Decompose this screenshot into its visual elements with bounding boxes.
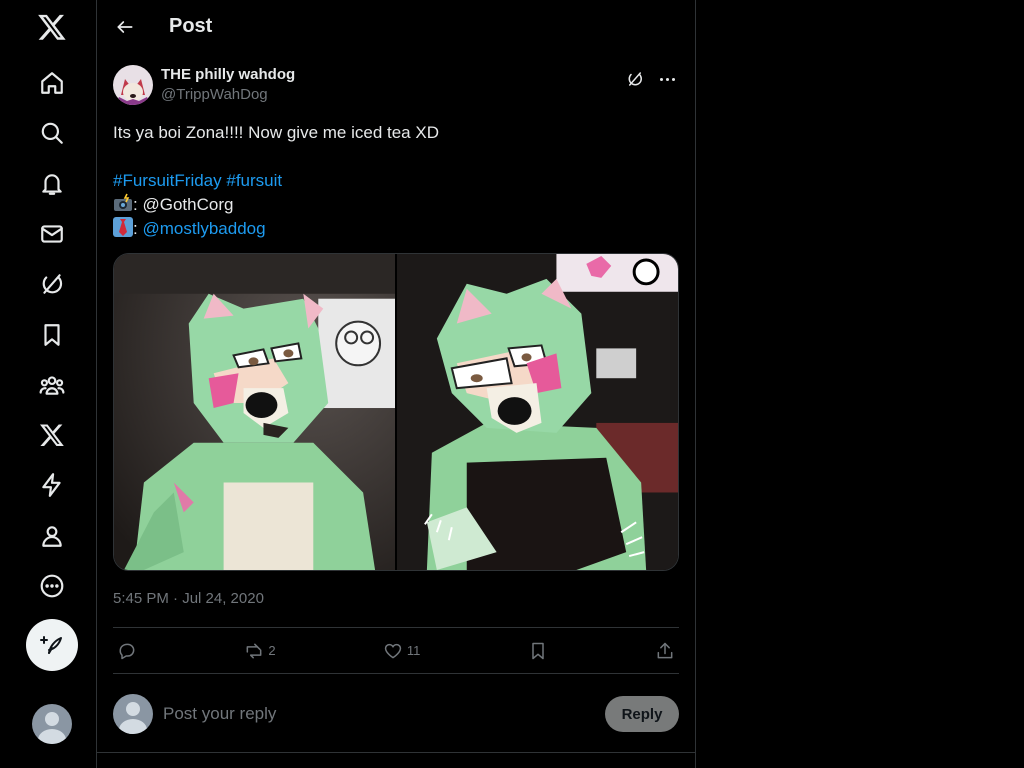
heart-icon (384, 643, 402, 658)
camera-flash-emoji (114, 193, 132, 211)
profile-icon[interactable] (26, 514, 78, 558)
post-timestamp[interactable]: 5:45 PM · Jul 24, 2020 (113, 590, 264, 607)
account-avatar[interactable] (32, 704, 72, 744)
page-title: Post (169, 15, 213, 37)
like-action-button[interactable]: 11 (383, 641, 421, 661)
reply-button[interactable]: Reply (605, 696, 679, 732)
communities-icon[interactable] (26, 363, 78, 407)
grok-icon[interactable] (26, 262, 78, 306)
default-avatar-icon (45, 712, 59, 726)
grok-action-button[interactable] (623, 67, 647, 91)
credit-line: : @GothCorg (113, 193, 679, 217)
header: Post (97, 0, 695, 53)
hashtag-link[interactable]: #fursuit (226, 171, 282, 190)
media-grid (113, 253, 679, 571)
arrow-left-icon (117, 20, 133, 33)
premium-x-icon[interactable] (26, 413, 78, 457)
share-action-button[interactable] (655, 641, 675, 661)
mention-link[interactable]: @mostlybaddog (142, 219, 265, 238)
share-icon (657, 642, 673, 658)
credit-line: : @mostlybaddog (113, 217, 679, 241)
author-handle[interactable]: @TrippWahDog (161, 85, 295, 105)
x-logo-icon[interactable] (26, 5, 78, 49)
repost-action-button[interactable]: 2 (244, 641, 276, 661)
bookmark-icon (531, 642, 544, 659)
author-display-name[interactable]: THE philly wahdog (161, 65, 295, 85)
post-photo-1[interactable] (114, 254, 395, 570)
like-count: 11 (406, 643, 421, 658)
post-photo-2[interactable] (397, 254, 678, 570)
divider (97, 752, 695, 753)
compose-post-button[interactable] (26, 619, 78, 671)
reply-input[interactable] (163, 704, 605, 724)
bookmark-action-button[interactable] (528, 641, 548, 661)
post: THE philly wahdog @TrippWahDog Its ya bo… (97, 53, 695, 754)
hashtag-link[interactable]: #FursuitFriday (113, 171, 222, 190)
repost-icon (246, 643, 262, 658)
comment-icon (119, 643, 135, 659)
more-options-button[interactable] (655, 67, 679, 91)
post-text: Its ya boi Zona!!!! Now give me iced tea… (113, 121, 679, 241)
more-circle-icon[interactable] (26, 564, 78, 608)
feather-plus-icon (40, 636, 62, 654)
back-button[interactable] (107, 9, 143, 45)
bookmark-icon[interactable] (26, 313, 78, 357)
grok-icon (628, 72, 642, 86)
credit-mention-text: @GothCorg (142, 195, 234, 214)
reply-avatar (113, 694, 153, 734)
post-actions: 2 11 (113, 628, 679, 674)
hashtag-line: #FursuitFriday #fursuit (113, 169, 679, 193)
reply-composer: Reply (113, 674, 679, 754)
post-text-line: Its ya boi Zona!!!! Now give me iced tea… (113, 123, 439, 142)
repost-count: 2 (268, 643, 276, 658)
home-icon[interactable] (26, 61, 78, 105)
necktie-emoji (113, 217, 133, 237)
author-row: THE philly wahdog @TrippWahDog (113, 65, 679, 109)
search-icon[interactable] (26, 111, 78, 155)
mail-icon[interactable] (26, 212, 78, 256)
sidebar-nav (0, 0, 96, 768)
bell-icon[interactable] (26, 162, 78, 206)
lightning-icon[interactable] (26, 463, 78, 507)
reply-action-button[interactable] (117, 641, 137, 661)
default-avatar-icon (126, 702, 140, 716)
more-dots-icon (659, 77, 675, 81)
main-column: Post THE philly wahdog @TrippWahDog Its … (96, 0, 696, 768)
author-avatar[interactable] (113, 65, 153, 105)
